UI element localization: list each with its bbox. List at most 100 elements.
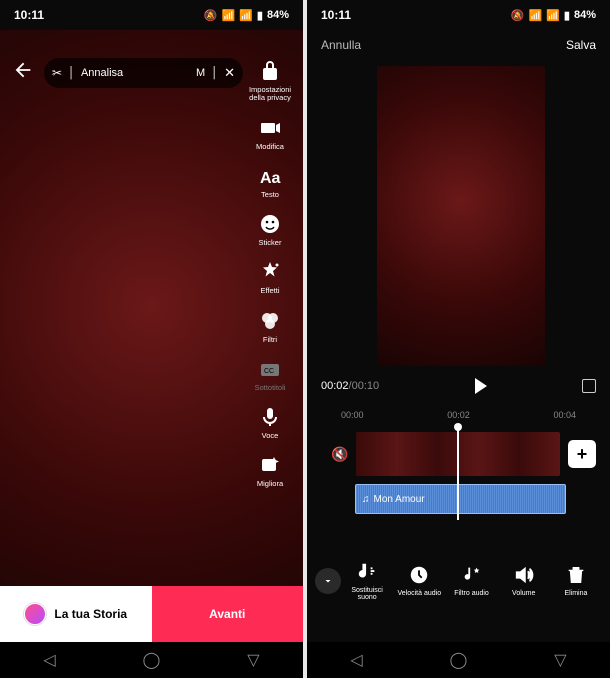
tool-filters[interactable]: Filtri xyxy=(257,308,283,344)
fullscreen-button[interactable] xyxy=(582,379,596,393)
dnd-icon: 🔕 xyxy=(204,9,218,22)
sticker-icon xyxy=(257,211,283,237)
wifi-icon: 📶 xyxy=(529,9,543,22)
your-story-button[interactable]: La tua Storia xyxy=(0,586,152,642)
tool-label: Sottotitoli xyxy=(255,384,286,392)
clock: 10:11 xyxy=(14,8,44,22)
tool-delete[interactable]: Elimina xyxy=(550,563,602,598)
tool-label: Voce xyxy=(262,432,279,440)
remove-music-button[interactable]: ✕ xyxy=(224,65,235,81)
tool-privacy[interactable]: Impostazioni della privacy xyxy=(243,58,297,103)
tool-edit[interactable]: Modifica xyxy=(256,115,284,151)
battery-pct: 84% xyxy=(267,9,289,21)
tick: 00:00 xyxy=(341,410,364,420)
tool-effects[interactable]: Effetti xyxy=(257,259,283,295)
status-bar: 10:11 🔕 📶 📶 ▮ 84% xyxy=(307,0,610,30)
nav-back[interactable]: ◁ xyxy=(350,650,362,670)
trash-icon xyxy=(564,563,588,587)
cancel-button[interactable]: Annulla xyxy=(321,38,361,52)
tool-sticker[interactable]: Sticker xyxy=(257,211,283,247)
tool-label: Effetti xyxy=(260,287,279,295)
lock-icon xyxy=(257,58,283,84)
tool-label: Sticker xyxy=(259,239,282,247)
audio-clip[interactable]: ♫ Mon Amour xyxy=(355,484,566,514)
next-button[interactable]: Avanti xyxy=(152,586,304,642)
status-bar: 10:11 🔕 📶 📶 ▮ 84% xyxy=(0,0,303,30)
duration-value: 00:10 xyxy=(352,380,380,392)
effects-icon xyxy=(257,259,283,285)
battery-pct: 84% xyxy=(574,9,596,21)
tool-label: Testo xyxy=(261,191,279,199)
save-button[interactable]: Salva xyxy=(566,38,596,52)
story-label: La tua Storia xyxy=(54,607,127,621)
edit-toolbar: Sostituisci suono Velocità audio Filtro … xyxy=(315,560,602,602)
tool-voice[interactable]: Voce xyxy=(257,404,283,440)
tool-speed[interactable]: Velocità audio xyxy=(393,563,445,598)
video-track[interactable]: 🔇 + xyxy=(331,432,596,476)
side-toolbar: Impostazioni della privacy Modifica Aa T… xyxy=(243,58,297,489)
audio-filter-icon xyxy=(460,563,484,587)
time-row: 00:02/00:10 xyxy=(321,378,596,394)
signal-icon: 📶 xyxy=(546,9,560,22)
battery-icon: ▮ xyxy=(564,9,570,22)
audio-clip-name: Mon Amour xyxy=(374,494,425,505)
back-button[interactable] xyxy=(12,59,34,87)
battery-icon: ▮ xyxy=(257,9,263,22)
mute-icon[interactable]: 🔇 xyxy=(331,446,348,463)
tool-audio-filter[interactable]: Filtro audio xyxy=(445,563,497,598)
editor-area: Annulla Salva 00:02/00:10 00:00 00:02 00… xyxy=(307,30,610,642)
nav-home[interactable]: ◯ xyxy=(450,650,468,670)
tool-label: Volume xyxy=(512,590,535,598)
editor-header: Annulla Salva xyxy=(321,38,596,52)
nav-back[interactable]: ◁ xyxy=(43,650,55,670)
tool-label: Filtro audio xyxy=(454,590,489,598)
tool-label: Filtri xyxy=(263,336,277,344)
volume-icon xyxy=(512,563,536,587)
playhead[interactable] xyxy=(457,426,459,520)
tool-label: Sostituisci suono xyxy=(341,587,393,602)
next-label: Avanti xyxy=(209,607,245,621)
nav-home[interactable]: ◯ xyxy=(143,650,161,670)
scissors-icon: ✂ xyxy=(52,66,62,80)
tick: 00:02 xyxy=(447,410,470,420)
svg-text:Aa: Aa xyxy=(260,170,281,187)
tool-label: Migliora xyxy=(257,480,283,488)
tick: 00:04 xyxy=(553,410,576,420)
music-pill[interactable]: ✂ │ Annalisa M │ ✕ xyxy=(44,58,243,88)
time-display: 00:02/00:10 xyxy=(321,380,379,392)
track-extra: M xyxy=(196,67,205,79)
svg-text:CC: CC xyxy=(264,368,274,375)
tool-label: Velocità audio xyxy=(398,590,442,598)
tool-captions[interactable]: CC Sottotitoli xyxy=(255,356,286,392)
wifi-icon: 📶 xyxy=(222,9,236,22)
tool-label: Impostazioni della privacy xyxy=(243,86,297,103)
status-icons: 🔕 📶 📶 ▮ 84% xyxy=(204,9,289,22)
android-nav: ◁ ◯ ▽ xyxy=(307,642,610,678)
tool-text[interactable]: Aa Testo xyxy=(257,163,283,199)
bottom-buttons: La tua Storia Avanti xyxy=(0,586,303,642)
music-note-icon: ♫ xyxy=(362,494,370,505)
android-nav: ◁ ◯ ▽ xyxy=(0,642,303,678)
enhance-icon xyxy=(257,452,283,478)
text-icon: Aa xyxy=(257,163,283,189)
tool-replace-sound[interactable]: Sostituisci suono xyxy=(341,560,393,602)
nav-recent[interactable]: ▽ xyxy=(554,650,566,670)
track-name: Annalisa xyxy=(81,67,190,79)
collapse-button[interactable] xyxy=(315,568,341,594)
dnd-icon: 🔕 xyxy=(511,9,525,22)
status-icons: 🔕 📶 📶 ▮ 84% xyxy=(511,9,596,22)
tool-label: Elimina xyxy=(564,590,587,598)
captions-icon: CC xyxy=(257,356,283,382)
mic-icon xyxy=(257,404,283,430)
edit-icon xyxy=(257,115,283,141)
audio-edit-screen: 10:11 🔕 📶 📶 ▮ 84% Annulla Salva 00:02/00… xyxy=(307,0,610,678)
nav-recent[interactable]: ▽ xyxy=(247,650,259,670)
video-preview[interactable] xyxy=(377,66,545,366)
tool-volume[interactable]: Volume xyxy=(498,563,550,598)
post-edit-screen: 10:11 🔕 📶 📶 ▮ 84% ✂ │ Annalisa M │ ✕ xyxy=(0,0,303,678)
signal-icon: 📶 xyxy=(239,9,253,22)
play-button[interactable] xyxy=(475,378,487,394)
tool-enhance[interactable]: Migliora xyxy=(257,452,283,488)
add-clip-button[interactable]: + xyxy=(568,440,596,468)
speed-icon xyxy=(407,563,431,587)
